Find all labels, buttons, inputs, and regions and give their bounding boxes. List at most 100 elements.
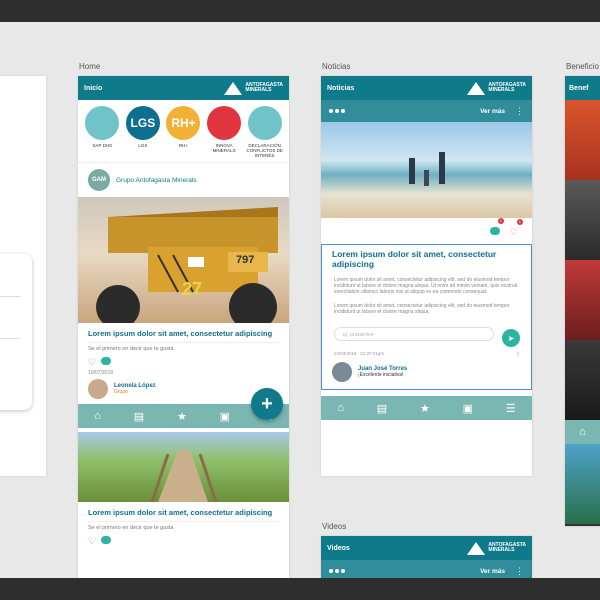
- reaction-row: ♡: [78, 355, 289, 370]
- article-paragraph-1: Lorem ipsum dolor sit amet, consectetur …: [334, 277, 518, 295]
- beneficios-artboard: Benef ⌂: [565, 76, 600, 526]
- header-title: Inicio: [84, 84, 103, 92]
- artboard-label-beneficios: Beneficio: [566, 62, 599, 71]
- trash-icon[interactable]: ▯: [517, 351, 519, 357]
- article-time: 21:37:01pm: [360, 351, 385, 356]
- left-partial-artboard: [0, 76, 46, 476]
- lgs-icon: LGS: [125, 106, 160, 140]
- home-icon[interactable]: ⌂: [94, 410, 101, 422]
- news-icon[interactable]: ▤: [377, 402, 387, 415]
- benefit-image-4[interactable]: [565, 340, 600, 420]
- category-label: LGS: [138, 143, 148, 148]
- bottom-nav: ⌂: [565, 420, 600, 444]
- logo-mark-icon: [467, 541, 486, 555]
- selected-article-block[interactable]: Lorem ipsum dolor sit amet, consectetur …: [321, 244, 532, 390]
- article-title: Lorem ipsum dolor sit amet, consectetur …: [332, 249, 497, 269]
- more-vertical-icon[interactable]: ⋮: [515, 106, 524, 117]
- article-date: 24/03/2018: [334, 351, 357, 356]
- artboard-label-noticias: Noticias: [322, 62, 351, 71]
- bottom-nav: ⌂ ▤ ★ ▣ ☰: [321, 396, 532, 420]
- noticias-artboard: Noticias ANTOFAGASTA MINERALS Ver más ⋮ 1…: [321, 76, 532, 476]
- app-header: Inicio ANTOFAGASTA MINERALS: [78, 76, 289, 100]
- app-header: Benef: [565, 76, 600, 100]
- category-2[interactable]: LGS LGS: [124, 106, 162, 158]
- group-avatar: GAM: [88, 169, 110, 191]
- header-title: Noticias: [327, 84, 355, 92]
- rh-icon: RH+: [166, 106, 201, 140]
- artboard-label-home: Home: [79, 62, 101, 71]
- ver-mas-link[interactable]: Ver más: [480, 568, 505, 575]
- user-group: Grupo: [114, 389, 128, 395]
- pager-dots[interactable]: [329, 569, 345, 573]
- reaction-row-2: ♡: [78, 534, 289, 549]
- like-prompt: Se el primero en decir que te gusta: [88, 346, 174, 352]
- comment-count-badge: 1: [497, 218, 504, 224]
- artboard-label-videos: Videos: [322, 522, 347, 531]
- videos-subbar: Ver más ⋮: [321, 560, 532, 578]
- truck-number-big: 27: [182, 279, 203, 299]
- heart-icon[interactable]: ♡: [88, 536, 96, 547]
- news-icon[interactable]: ▤: [134, 410, 144, 423]
- category-3[interactable]: RH+ RH+: [164, 106, 202, 158]
- post-title-2[interactable]: Lorem ipsum dolor sit amet, consectetur …: [78, 502, 289, 517]
- like-count[interactable]: ♡ 1: [510, 219, 523, 240]
- article-paragraph-2: Lorem ipsum dolor sit amet, consectetur …: [334, 303, 510, 315]
- star-icon[interactable]: ★: [177, 410, 187, 423]
- contact-icon[interactable]: ▣: [463, 402, 473, 415]
- header-title: Benef: [569, 84, 589, 92]
- ver-mas-link[interactable]: Ver más: [480, 108, 505, 115]
- pager-dots[interactable]: [329, 109, 345, 113]
- brand-logo: ANTOFAGASTA MINERALS: [224, 81, 283, 95]
- category-label: SAP DHS: [92, 143, 113, 148]
- comment-input-row: Ej. 12345678-9 ➤: [322, 327, 531, 349]
- design-canvas: Home Inicio ANTOFAGASTA MINERALS SAP DHS L…: [0, 22, 600, 578]
- heart-icon[interactable]: ♡: [88, 357, 96, 368]
- post-title[interactable]: Lorem ipsum dolor sit amet, consectetur …: [78, 323, 289, 338]
- family-beach-illustration: [409, 152, 445, 186]
- avatar: [88, 379, 108, 399]
- brand-logo: ANTOFAGASTA MINERALS: [467, 541, 526, 555]
- home-icon[interactable]: ⌂: [337, 402, 344, 414]
- truck-number: 797: [236, 254, 255, 266]
- brand-logo: ANTOFAGASTA MINERALS: [467, 81, 526, 95]
- reaction-counts: 1 ♡ 1: [321, 218, 532, 244]
- like-prompt-2: Se el primero en decir que te gusta: [88, 525, 174, 531]
- logo-line2: MINERALS: [245, 87, 272, 93]
- category-label: DECLARACIÓN CONFLICTOS DE INTERÉS: [246, 143, 283, 158]
- home-artboard: Inicio ANTOFAGASTA MINERALS SAP DHS LGS LGS…: [78, 76, 289, 578]
- comment-count[interactable]: 1: [489, 218, 504, 240]
- more-vertical-icon[interactable]: ⋮: [515, 566, 524, 577]
- benefit-image-1[interactable]: [565, 100, 600, 180]
- comment-icon[interactable]: [101, 357, 112, 365]
- worker-icon: [85, 106, 120, 140]
- category-label: INNOVA MINERALS: [212, 143, 236, 153]
- group-row[interactable]: GAM Grupo Antofagasta Minerals: [78, 162, 289, 197]
- category-5[interactable]: DECLARACIÓN CONFLICTOS DE INTERÉS: [246, 106, 284, 158]
- category-1[interactable]: SAP DHS: [83, 106, 121, 158]
- app-header: Noticias ANTOFAGASTA MINERALS: [321, 76, 532, 100]
- logo-line2: MINERALS: [488, 547, 515, 553]
- menu-icon[interactable]: ☰: [506, 402, 516, 415]
- group-name[interactable]: Grupo Antofagasta Minerals: [116, 177, 197, 184]
- contact-icon[interactable]: ▣: [220, 410, 230, 423]
- avatar: [332, 362, 352, 382]
- benefit-image-3[interactable]: [565, 260, 600, 340]
- videos-artboard: Videos ANTOFAGASTA MINERALS Ver más ⋮: [321, 536, 532, 578]
- stairs-image[interactable]: [78, 432, 289, 502]
- truck-image[interactable]: 797 27: [78, 197, 289, 323]
- comment-icon[interactable]: [101, 536, 112, 544]
- header-title: Videos: [327, 544, 350, 552]
- star-icon[interactable]: ★: [420, 402, 430, 415]
- send-icon[interactable]: ➤: [502, 329, 520, 347]
- home-icon[interactable]: ⌂: [579, 426, 586, 438]
- category-4[interactable]: INNOVA MINERALS: [205, 106, 243, 158]
- category-label: RH+: [178, 143, 189, 148]
- bulb-icon: [207, 106, 242, 140]
- benefit-image-5[interactable]: [565, 444, 600, 524]
- mining-truck-illustration: [96, 207, 278, 323]
- benefit-image-2[interactable]: [565, 180, 600, 260]
- add-fab-button[interactable]: +: [251, 388, 283, 420]
- beach-image[interactable]: [321, 122, 532, 218]
- comment-input[interactable]: Ej. 12345678-9: [334, 327, 494, 341]
- news-subbar: Ver más ⋮: [321, 100, 532, 122]
